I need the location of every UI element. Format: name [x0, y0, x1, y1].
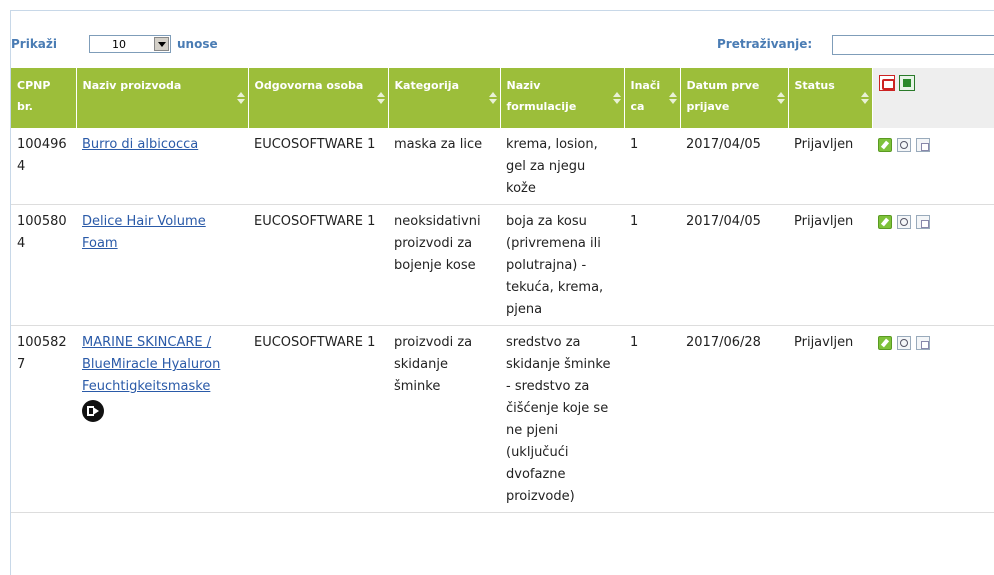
cell-date: 2017/04/05 [680, 204, 788, 326]
header-version-label-1: Inači [630, 79, 661, 92]
cell-version: 1 [624, 325, 680, 513]
cell-version: 1 [624, 128, 680, 205]
search-input[interactable] [832, 35, 994, 55]
header-product-name-label: Naziv proizvoda [82, 79, 182, 92]
header-date-label-1: Datum prve [686, 79, 760, 92]
table-controls: Prikaži 10 unose Pretraživanje: [11, 31, 994, 59]
cell-formulation: boja za kosu (privremena ili polutrajna)… [500, 204, 624, 326]
cell-date: 2017/04/05 [680, 128, 788, 205]
table-row: 1005804 Delice Hair Volume Foam EUCOSOFT… [11, 204, 994, 326]
copy-icon[interactable] [916, 138, 930, 152]
pdf-export-icon[interactable] [878, 75, 895, 91]
cell-cpnp: 1004964 [11, 128, 76, 205]
product-link[interactable]: MARINE SKINCARE / BlueMiracle Hyaluron F… [82, 335, 220, 394]
cell-product-name: Burro di albicocca [76, 128, 248, 205]
sort-icon [668, 92, 677, 106]
entries-label: unose [177, 37, 218, 51]
search-label: Pretraživanje: [717, 37, 813, 51]
cell-cpnp: 1005804 [11, 204, 76, 326]
header-status[interactable]: Status [788, 68, 873, 128]
excel-export-icon[interactable] [898, 75, 915, 91]
cell-category: proizvodi za skidanje šminke [388, 325, 500, 513]
edit-icon[interactable] [878, 336, 892, 350]
cell-formulation: sredstvo za skidanje šminke - sredstvo z… [500, 325, 624, 513]
table-row: 1004964 Burro di albicocca EUCOSOFTWARE … [11, 128, 994, 205]
notification-exit-icon[interactable] [82, 400, 104, 422]
header-status-label: Status [794, 79, 835, 92]
results-panel: Prikaži 10 unose Pretraživanje: CPNP br.… [10, 10, 994, 575]
edit-icon[interactable] [878, 138, 892, 152]
product-link[interactable]: Burro di albicocca [82, 137, 198, 152]
header-version[interactable]: Inači ca [624, 68, 681, 128]
cell-date: 2017/06/28 [680, 325, 788, 513]
cell-product-name: MARINE SKINCARE / BlueMiracle Hyaluron F… [76, 325, 248, 513]
cell-responsible-person: EUCOSOFTWARE 1 [248, 325, 388, 513]
header-product-name[interactable]: Naziv proizvoda [76, 68, 249, 128]
entries-per-page-value: 10 [112, 38, 126, 51]
header-responsible-person[interactable]: Odgovorna osoba [248, 68, 389, 128]
cell-version: 1 [624, 204, 680, 326]
chevron-down-icon[interactable] [154, 37, 169, 51]
sort-icon [376, 92, 385, 106]
header-version-label-2: ca [630, 100, 645, 113]
cell-category: neoksidativni proizvodi za bojenje kose [388, 204, 500, 326]
cell-responsible-person: EUCOSOFTWARE 1 [248, 204, 388, 326]
cell-actions [872, 128, 994, 205]
header-first-notification-date[interactable]: Datum prve prijave [680, 68, 789, 128]
copy-icon[interactable] [916, 215, 930, 229]
header-formulation-label-1: Naziv [506, 79, 541, 92]
cell-status: Prijavljen [788, 204, 872, 326]
cell-product-name: Delice Hair Volume Foam [76, 204, 248, 326]
header-category-label: Kategorija [394, 79, 460, 92]
cell-formulation: krema, losion, gel za njegu kože [500, 128, 624, 205]
view-icon[interactable] [897, 138, 911, 152]
header-formulation[interactable]: Naziv formulacije [500, 68, 625, 128]
header-cpnp[interactable]: CPNP br. [11, 68, 77, 128]
header-formulation-label-2: formulacije [506, 100, 577, 113]
sort-icon [776, 92, 785, 106]
cell-cpnp: 1005827 [11, 325, 76, 513]
header-cpnp-label: CPNP br. [17, 79, 51, 113]
cell-actions [872, 325, 994, 513]
sort-icon [236, 92, 245, 106]
sort-icon [860, 92, 869, 106]
view-icon[interactable] [897, 336, 911, 350]
header-responsible-person-label: Odgovorna osoba [254, 79, 364, 92]
edit-icon[interactable] [878, 215, 892, 229]
cell-status: Prijavljen [788, 325, 872, 513]
products-table: CPNP br. Naziv proizvoda Odgovorna osoba… [11, 68, 994, 513]
cell-actions [872, 204, 994, 326]
view-icon[interactable] [897, 215, 911, 229]
table-row: 1005827 MARINE SKINCARE / BlueMiracle Hy… [11, 325, 994, 513]
header-export [872, 68, 994, 128]
cell-category: maska za lice [388, 128, 500, 205]
cell-status: Prijavljen [788, 128, 872, 205]
entries-per-page-select[interactable]: 10 [89, 35, 171, 53]
sort-icon [612, 92, 621, 106]
product-link[interactable]: Delice Hair Volume Foam [82, 214, 206, 251]
header-row: CPNP br. Naziv proizvoda Odgovorna osoba… [11, 68, 994, 128]
header-category[interactable]: Kategorija [388, 68, 501, 128]
header-date-label-2: prijave [686, 100, 730, 113]
sort-icon [488, 92, 497, 106]
cell-responsible-person: EUCOSOFTWARE 1 [248, 128, 388, 205]
copy-icon[interactable] [916, 336, 930, 350]
show-label: Prikaži [11, 37, 58, 51]
